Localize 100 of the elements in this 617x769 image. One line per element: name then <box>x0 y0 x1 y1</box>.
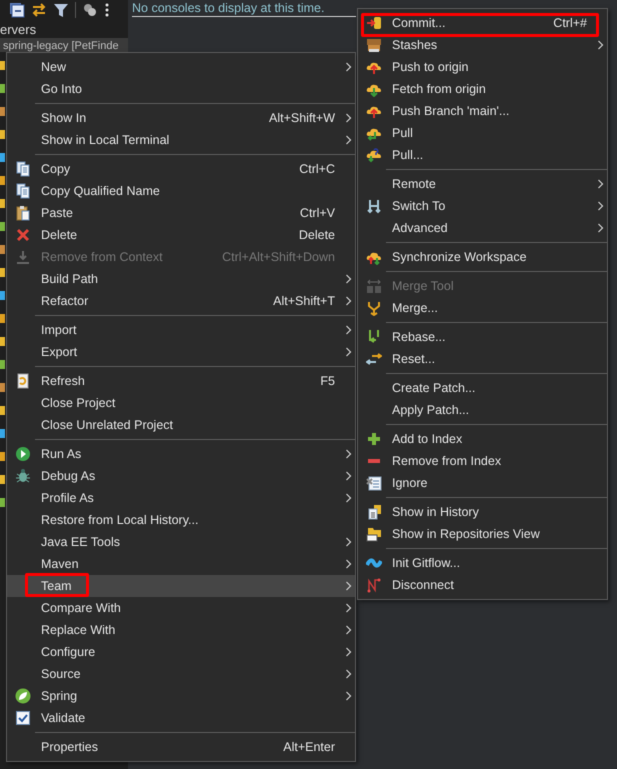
menu-item[interactable]: Paste Ctrl+V <box>7 202 355 224</box>
menu-item[interactable]: Pull <box>358 122 607 144</box>
chevron-right-icon <box>344 347 352 357</box>
menu-item[interactable]: Stashes <box>358 34 607 56</box>
chevron-right-icon <box>344 581 352 591</box>
plus-icon <box>366 431 382 447</box>
menu-item[interactable]: Replace With <box>7 619 355 641</box>
menu-item[interactable]: Remote <box>358 173 607 195</box>
arrow-icon <box>15 249 31 265</box>
menu-item[interactable]: Commit... Ctrl+# <box>358 12 607 34</box>
leaf-icon <box>15 688 31 704</box>
menu-item[interactable]: Debug As <box>7 465 355 487</box>
menu-item[interactable]: Properties Alt+Enter <box>7 736 355 758</box>
chevron-right-icon <box>344 113 352 123</box>
menu-item[interactable]: Export <box>7 341 355 363</box>
menu-item[interactable]: Copy Qualified Name <box>7 180 355 202</box>
menu-item[interactable]: Close Project <box>7 392 355 414</box>
filter-icon <box>53 2 69 18</box>
menu-item[interactable]: Advanced <box>358 217 607 239</box>
servers-icon <box>82 2 98 18</box>
menu-item[interactable]: Reset... <box>358 348 607 370</box>
chest-icon <box>366 37 382 53</box>
ignore-icon <box>366 475 382 491</box>
menu-item[interactable]: Spring <box>7 685 355 707</box>
history-icon <box>366 504 382 520</box>
menu-item[interactable]: Synchronize Workspace <box>358 246 607 268</box>
chevron-right-icon <box>596 223 604 233</box>
cloud-question-icon <box>366 147 382 163</box>
menu-item[interactable]: Profile As <box>7 487 355 509</box>
menu-item[interactable]: Show in Local Terminal <box>7 129 355 151</box>
menu-item[interactable]: Source <box>7 663 355 685</box>
chevron-right-icon <box>344 625 352 635</box>
menu-item[interactable]: Copy Ctrl+C <box>7 158 355 180</box>
menu-item[interactable]: Restore from Local History... <box>7 509 355 531</box>
chevron-right-icon <box>344 493 352 503</box>
menu-item[interactable]: Rebase... <box>358 326 607 348</box>
link-arrows-icon <box>31 2 47 18</box>
console-message: No consoles to display at this time. <box>132 1 356 17</box>
chevron-right-icon <box>344 135 352 145</box>
merge-tool-icon <box>366 278 382 294</box>
merge-icon <box>366 300 382 316</box>
menu-item[interactable]: Remove from Index <box>358 450 607 472</box>
chevron-right-icon <box>344 691 352 701</box>
chevron-right-icon <box>344 559 352 569</box>
chevron-right-icon <box>344 647 352 657</box>
menu-item[interactable]: Go Into <box>7 78 355 100</box>
menu-item[interactable]: Java EE Tools <box>7 531 355 553</box>
menu-item[interactable]: Add to Index <box>358 428 607 450</box>
menu-item[interactable]: Show in History <box>358 501 607 523</box>
play-icon <box>15 446 31 462</box>
chevron-right-icon <box>344 449 352 459</box>
menu-item[interactable]: Init Gitflow... <box>358 552 607 574</box>
menu-item[interactable]: Build Path <box>7 268 355 290</box>
collapse-all-icon <box>9 2 25 18</box>
checkbox-icon <box>15 710 31 726</box>
menu-item[interactable]: Close Unrelated Project <box>7 414 355 436</box>
chevron-right-icon <box>344 471 352 481</box>
refresh-icon <box>15 373 31 389</box>
menu-item[interactable]: New <box>7 56 355 78</box>
menu-item[interactable]: Refactor Alt+Shift+T <box>7 290 355 312</box>
documents-icon <box>15 161 31 177</box>
menu-item[interactable]: Delete Delete <box>7 224 355 246</box>
menu-item[interactable]: Show in Repositories View <box>358 523 607 545</box>
menu-item[interactable]: Merge... <box>358 297 607 319</box>
clipboard-icon <box>15 205 31 221</box>
menu-item[interactable]: Maven <box>7 553 355 575</box>
menu-item[interactable]: Switch To <box>358 195 607 217</box>
rebase-icon <box>366 329 382 345</box>
menu-item[interactable]: Compare With <box>7 597 355 619</box>
menu-item[interactable]: Show In Alt+Shift+W <box>7 107 355 129</box>
disconnect-icon <box>366 577 382 593</box>
documents-icon <box>15 183 31 199</box>
menu-item[interactable]: Import <box>7 319 355 341</box>
menu-item[interactable]: Refresh F5 <box>7 370 355 392</box>
chevron-right-icon <box>344 274 352 284</box>
menu-item[interactable]: Validate <box>7 707 355 729</box>
menu-item[interactable]: Fetch from origin <box>358 78 607 100</box>
chevron-right-icon <box>596 201 604 211</box>
menu-item[interactable]: Ignore <box>358 472 607 494</box>
chevron-right-icon <box>344 296 352 306</box>
menu-item[interactable]: Team <box>7 575 355 597</box>
chevron-right-icon <box>344 603 352 613</box>
menu-item[interactable]: Create Patch... <box>358 377 607 399</box>
chevron-right-icon <box>344 669 352 679</box>
swap-arrows-icon <box>366 351 382 367</box>
menu-item[interactable]: Configure <box>7 641 355 663</box>
chevron-right-icon <box>596 179 604 189</box>
view-tab-label[interactable]: ervers <box>0 22 36 37</box>
delete-icon <box>15 227 31 243</box>
menu-item[interactable]: Pull... <box>358 144 607 166</box>
menu-item[interactable]: Push to origin <box>358 56 607 78</box>
menu-item[interactable]: Apply Patch... <box>358 399 607 421</box>
menu-item[interactable]: Push Branch 'main'... <box>358 100 607 122</box>
more-icon <box>104 2 110 18</box>
menu-item[interactable]: Run As <box>7 443 355 465</box>
menu-item[interactable]: Disconnect <box>358 574 607 596</box>
chevron-right-icon <box>344 325 352 335</box>
bug-icon <box>15 468 31 484</box>
chevron-right-icon <box>596 40 604 50</box>
arrow-cylinder-icon <box>366 15 382 31</box>
